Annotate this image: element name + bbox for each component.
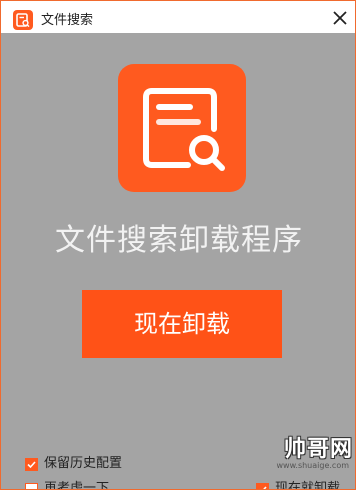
uninstall-now-radio[interactable] [256,482,269,489]
uninstaller-window: 文件搜索 文件搜索卸载程序 现在卸载 保留历史配置 再考虑一下 现在就卸载 帅哥… [0,0,356,490]
keep-config-checkbox[interactable] [25,457,38,471]
reconsider-option[interactable]: 再考虑一下 [25,481,110,490]
file-search-logo-icon [118,64,246,192]
window-title: 文件搜索 [41,13,94,28]
uninstall-now-option[interactable]: 现在就卸载 [256,481,341,490]
reconsider-label: 再考虑一下 [44,481,110,490]
keep-config-option[interactable]: 保留历史配置 [25,456,122,472]
watermark-url: www.shuaige.com [276,461,350,470]
close-button[interactable] [327,5,353,31]
site-watermark: 帅哥网 www.shuaige.com [253,431,353,481]
uninstall-now-label: 现在就卸载 [275,481,341,490]
watermark-text: 帅哥网 [283,436,353,462]
reconsider-radio[interactable] [25,482,38,489]
close-icon [333,11,347,25]
title-bar[interactable]: 文件搜索 [1,1,355,33]
keep-config-label: 保留历史配置 [44,456,123,471]
uninstall-now-button[interactable]: 现在卸载 [82,290,282,358]
app-name-heading: 文件搜索卸载程序 [55,223,303,258]
file-search-icon [13,10,33,30]
